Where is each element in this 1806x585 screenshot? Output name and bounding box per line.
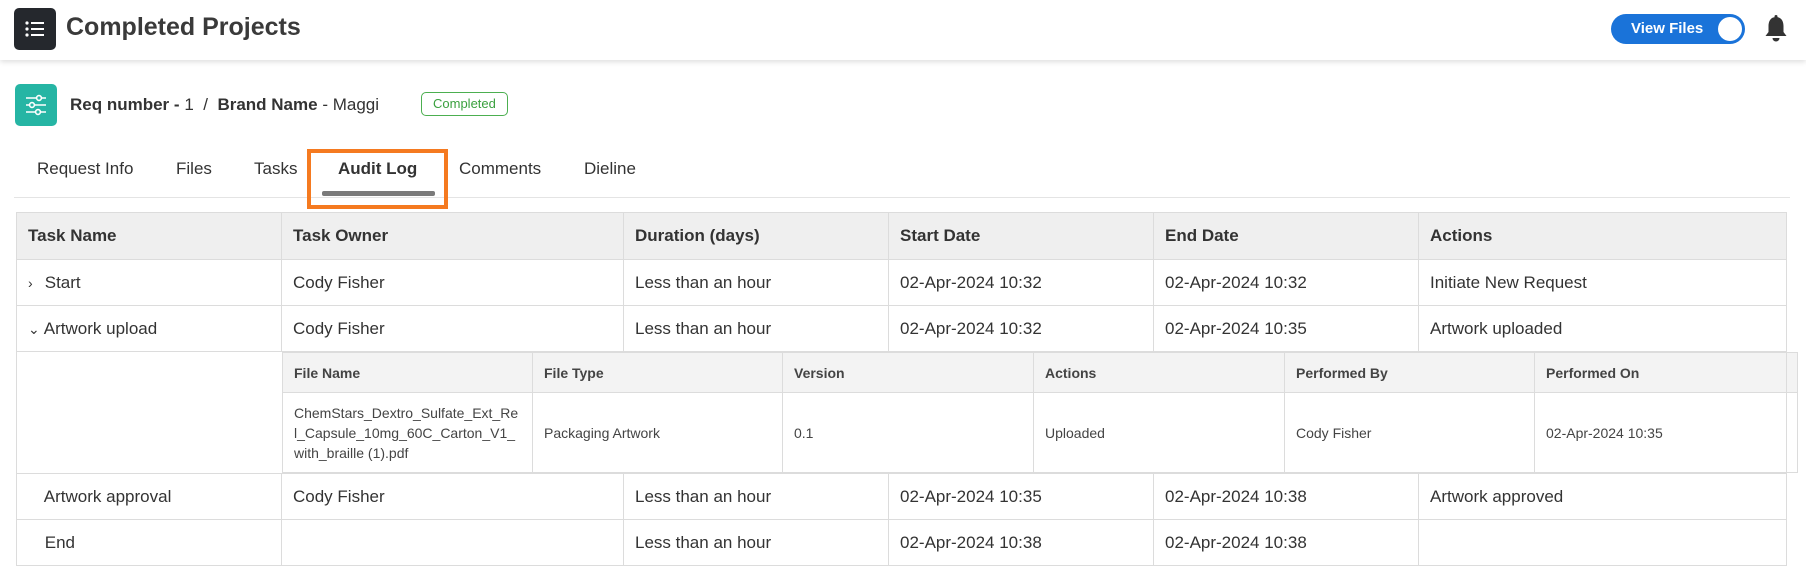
menu-button[interactable] <box>14 8 56 50</box>
file-type: Packaging Artwork <box>532 392 783 473</box>
chevron-right-icon[interactable]: › <box>28 275 40 291</box>
dash: - <box>322 95 328 114</box>
task-name: Artwork approval <box>43 486 172 506</box>
duration: Less than an hour <box>623 519 889 566</box>
sub-column-header: Version <box>782 352 1034 393</box>
action: Initiate New Request <box>1418 259 1787 306</box>
action: Artwork approved <box>1418 473 1787 520</box>
task-owner: Cody Fisher <box>281 305 624 352</box>
subtable-header-row: File Name File Type Version Actions Perf… <box>282 352 1798 393</box>
nested-files-cell: File Name File Type Version Actions Perf… <box>16 351 1798 474</box>
toggle-knob <box>1718 17 1742 41</box>
separator: / <box>203 95 208 114</box>
sub-column-header: File Name <box>282 352 533 393</box>
task-owner <box>281 519 624 566</box>
end-date: 02-Apr-2024 10:38 <box>1153 473 1419 520</box>
audit-log-table: Task Name Task Owner Duration (days) Sta… <box>16 212 1798 566</box>
filter-settings-button[interactable] <box>15 84 57 126</box>
duration: Less than an hour <box>623 259 889 306</box>
performed-by: Cody Fisher <box>1284 392 1535 473</box>
start-date: 02-Apr-2024 10:32 <box>888 259 1154 306</box>
end-date: 02-Apr-2024 10:32 <box>1153 259 1419 306</box>
tab-tasks[interactable]: Tasks <box>254 159 297 179</box>
request-summary: Req number - 1 / Brand Name - Maggi <box>70 95 379 115</box>
brand-name-label: Brand Name <box>217 95 318 114</box>
status-badge: Completed <box>421 92 508 116</box>
dash: - <box>173 95 180 114</box>
task-name: End <box>44 532 75 552</box>
files-subtable: File Name File Type Version Actions Perf… <box>282 352 1798 473</box>
task-owner: Cody Fisher <box>281 259 624 306</box>
task-name: Start <box>44 272 81 292</box>
sliders-icon <box>26 94 46 116</box>
view-files-toggle[interactable]: View Files <box>1611 14 1745 44</box>
end-date: 02-Apr-2024 10:35 <box>1153 305 1419 352</box>
sub-column-header: Performed On <box>1534 352 1798 393</box>
column-header[interactable]: Duration (days) <box>623 212 889 260</box>
tab-files[interactable]: Files <box>176 159 212 179</box>
end-date: 02-Apr-2024 10:38 <box>1153 519 1419 566</box>
task-owner: Cody Fisher <box>281 473 624 520</box>
start-date: 02-Apr-2024 10:35 <box>888 473 1154 520</box>
file-name[interactable]: ChemStars_Dextro_Sulfate_Ext_Rel_Capsule… <box>282 392 533 473</box>
tab-highlight-box <box>307 149 448 209</box>
table-row[interactable]: › Start Cody Fisher Less than an hour 02… <box>16 259 1787 306</box>
column-header[interactable]: Start Date <box>888 212 1154 260</box>
start-date: 02-Apr-2024 10:38 <box>888 519 1154 566</box>
nested-files-row: File Name File Type Version Actions Perf… <box>16 351 1798 474</box>
top-bar: Completed Projects View Files <box>0 0 1806 60</box>
performed-on: 02-Apr-2024 10:35 <box>1534 392 1798 473</box>
duration: Less than an hour <box>623 473 889 520</box>
file-action: Uploaded <box>1033 392 1285 473</box>
page-title: Completed Projects <box>66 13 301 41</box>
req-number-label: Req number <box>70 95 170 114</box>
sub-column-header: Performed By <box>1284 352 1535 393</box>
subtable-row: ChemStars_Dextro_Sulfate_Ext_Rel_Capsule… <box>282 392 1798 473</box>
tab-dieline[interactable]: Dieline <box>584 159 636 179</box>
req-number-value: 1 <box>184 95 194 114</box>
table-row[interactable]: Artwork approval Cody Fisher Less than a… <box>16 473 1787 520</box>
tabs-divider <box>14 197 1790 198</box>
column-header[interactable]: Actions <box>1418 212 1787 260</box>
duration: Less than an hour <box>623 305 889 352</box>
list-menu-icon <box>25 21 44 37</box>
chevron-down-icon[interactable]: ⌄ <box>28 321 40 338</box>
brand-name-value: Maggi <box>332 95 380 114</box>
column-header[interactable]: Task Name <box>16 212 282 260</box>
column-header[interactable]: End Date <box>1153 212 1419 260</box>
task-name: Artwork upload <box>43 318 158 338</box>
column-header[interactable]: Task Owner <box>281 212 624 260</box>
bell-icon[interactable] <box>1762 14 1790 44</box>
file-version: 0.1 <box>782 392 1034 473</box>
sub-column-header: Actions <box>1033 352 1285 393</box>
start-date: 02-Apr-2024 10:32 <box>888 305 1154 352</box>
sub-column-header: File Type <box>532 352 783 393</box>
tab-comments[interactable]: Comments <box>459 159 541 179</box>
tab-request-info[interactable]: Request Info <box>37 159 133 179</box>
table-row[interactable]: ⌄ Artwork upload Cody Fisher Less than a… <box>16 305 1787 352</box>
action: Artwork uploaded <box>1418 305 1787 352</box>
table-header-row: Task Name Task Owner Duration (days) Sta… <box>16 212 1787 260</box>
table-row[interactable]: End Less than an hour 02-Apr-2024 10:38 … <box>16 519 1787 566</box>
action <box>1418 519 1787 566</box>
view-files-label: View Files <box>1631 20 1704 37</box>
